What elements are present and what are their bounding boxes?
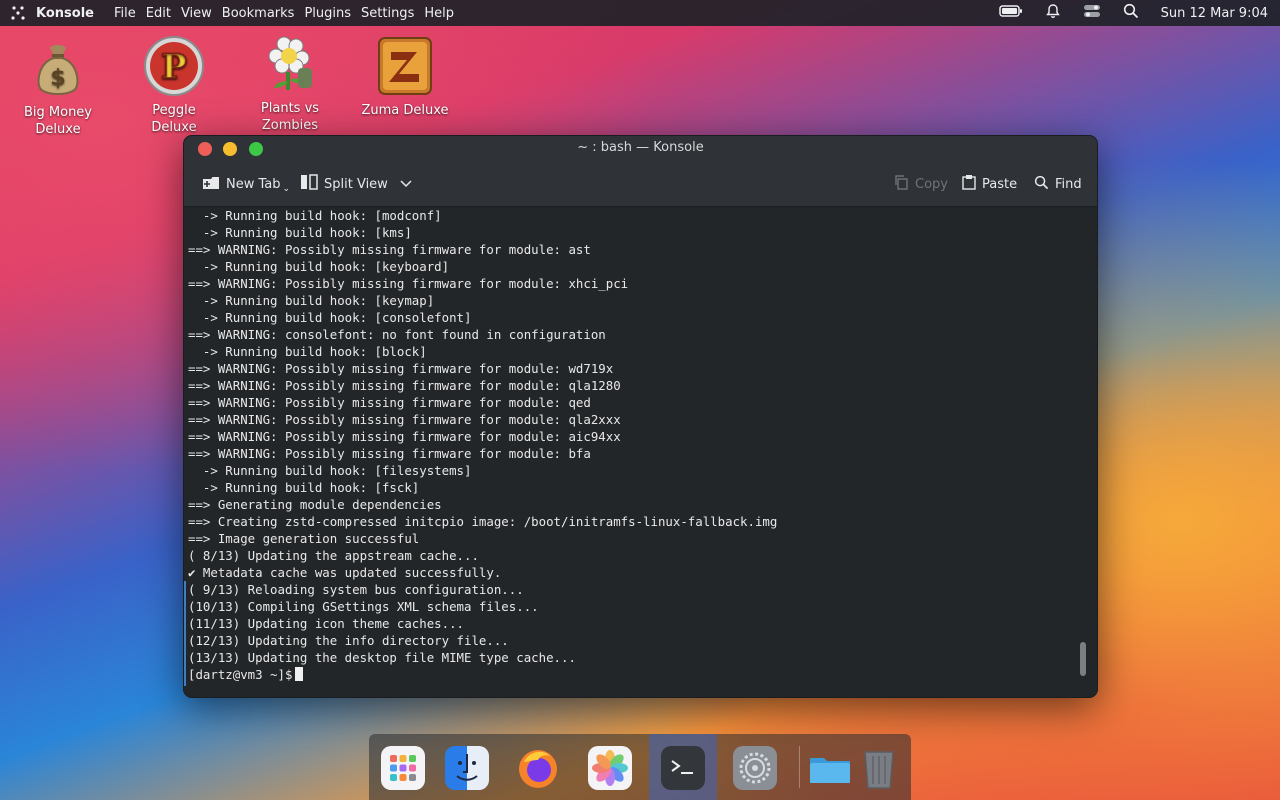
settings-icon[interactable]: [733, 746, 777, 790]
terminal-line: -> Running build hook: [fsck]: [188, 480, 420, 495]
paste-button[interactable]: Paste: [962, 174, 1017, 194]
terminal-output[interactable]: -> Running build hook: [modconf] -> Runn…: [184, 207, 1097, 697]
terminal-line: ==> WARNING: Possibly missing firmware f…: [188, 429, 621, 444]
search-icon: [1034, 175, 1049, 194]
desktop-icon-zuma[interactable]: Zuma Deluxe: [360, 34, 450, 119]
new-tab-icon: [202, 174, 220, 194]
terminal-line: -> Running build hook: [modconf]: [188, 208, 442, 223]
copy-icon: [893, 174, 909, 194]
battery-icon[interactable]: [998, 4, 1023, 22]
desktop-icon-big-money[interactable]: $ Big Money Deluxe: [13, 36, 103, 138]
scrollbar-thumb[interactable]: [1080, 642, 1086, 676]
bell-icon[interactable]: [1045, 3, 1061, 23]
terminal-line: ==> WARNING: Possibly missing firmware f…: [188, 378, 621, 393]
menu-edit[interactable]: Edit: [146, 6, 171, 21]
desktop-icon-label: Plants vs Zombies: [260, 101, 320, 133]
terminal-line: ==> Generating module dependencies: [188, 497, 442, 512]
active-app-name[interactable]: Konsole: [36, 6, 94, 21]
dock-separator: [799, 746, 800, 788]
peggle-icon: P: [142, 34, 206, 98]
chevron-down-icon: ⌄: [282, 184, 291, 194]
terminal-line: ✔ Metadata cache was updated successfull…: [188, 565, 502, 580]
menu-bar: Konsole File Edit View Bookmarks Plugins…: [0, 0, 1280, 26]
terminal-line: ( 9/13) Reloading system bus configurati…: [188, 582, 524, 597]
window-titlebar[interactable]: ~ : bash — Konsole: [184, 136, 1097, 162]
desktop-icon-label: Big Money Deluxe: [23, 105, 92, 137]
window-title: ~ : bash — Konsole: [577, 140, 704, 155]
desktop-icon-plants-vs-zombies[interactable]: Plants vs Zombies: [245, 32, 335, 134]
system-logo-icon[interactable]: [0, 5, 36, 21]
split-view-icon: [300, 174, 318, 194]
zuma-icon: [373, 34, 437, 98]
paste-icon: [962, 174, 976, 194]
terminal-line: ==> WARNING: consolefont: no font found …: [188, 327, 606, 342]
new-tab-button[interactable]: New Tab ⌄: [202, 174, 290, 194]
terminal-line: -> Running build hook: [kms]: [188, 225, 412, 240]
konsole-window: ~ : bash — Konsole New Tab ⌄ Split View …: [183, 135, 1098, 698]
terminal-line: -> Running build hook: [block]: [188, 344, 427, 359]
terminal-lines: -> Running build hook: [modconf] -> Runn…: [188, 207, 777, 683]
trash-icon[interactable]: [859, 746, 899, 790]
money-bag-icon: $: [26, 36, 90, 100]
terminal-line: (12/13) Updating the info directory file…: [188, 633, 509, 648]
dock: [369, 734, 911, 800]
find-button[interactable]: Find: [1034, 174, 1082, 194]
terminal-line: ==> WARNING: Possibly missing firmware f…: [188, 276, 629, 291]
menu-bookmarks[interactable]: Bookmarks: [222, 6, 295, 21]
terminal-line: ==> WARNING: Possibly missing firmware f…: [188, 395, 591, 410]
svg-text:P: P: [161, 47, 187, 87]
menu-plugins[interactable]: Plugins: [304, 6, 351, 21]
chevron-down-icon: [400, 177, 412, 192]
window-toolbar: New Tab ⌄ Split View Copy Paste Find: [184, 162, 1097, 207]
terminal-prompt-line[interactable]: [dartz@vm3 ~]$: [188, 666, 777, 683]
toggle-icon[interactable]: [1083, 3, 1101, 23]
text-cursor: [295, 667, 304, 681]
terminal-line: -> Running build hook: [keymap]: [188, 293, 435, 308]
search-icon[interactable]: [1123, 3, 1139, 23]
desktop-icon-peggle[interactable]: P Peggle Deluxe: [129, 34, 219, 136]
menu-settings[interactable]: Settings: [361, 6, 414, 21]
terminal-line: -> Running build hook: [keyboard]: [188, 259, 450, 274]
terminal-line: ==> WARNING: Possibly missing firmware f…: [188, 361, 614, 376]
terminal-line: (11/13) Updating icon theme caches...: [188, 616, 465, 631]
desktop-icon-label: Peggle Deluxe: [151, 103, 197, 135]
split-view-button[interactable]: Split View: [300, 174, 412, 194]
terminal-line: ==> WARNING: Possibly missing firmware f…: [188, 446, 591, 461]
plant-flower-icon: [258, 32, 322, 96]
copy-button[interactable]: Copy: [893, 174, 948, 194]
selection-marker: [184, 581, 186, 686]
terminal-line: ( 8/13) Updating the appstream cache...: [188, 548, 479, 563]
shell-prompt: [dartz@vm3 ~]$: [188, 667, 293, 682]
menu-view[interactable]: View: [181, 6, 212, 21]
desktop-icon-label: Zuma Deluxe: [361, 103, 449, 118]
terminal-line: ==> Creating zstd-compressed initcpio im…: [188, 514, 778, 529]
finder-icon[interactable]: [445, 746, 489, 790]
terminal-line: -> Running build hook: [consolefont]: [188, 310, 472, 325]
terminal-line: (13/13) Updating the desktop file MIME t…: [188, 650, 576, 665]
photos-icon[interactable]: [588, 746, 632, 790]
terminal-icon[interactable]: [661, 746, 705, 790]
menu-help[interactable]: Help: [424, 6, 454, 21]
scrollbar[interactable]: [1079, 207, 1087, 697]
clock[interactable]: Sun 12 Mar 9:04: [1161, 6, 1268, 21]
svg-text:$: $: [50, 66, 65, 91]
terminal-line: -> Running build hook: [filesystems]: [188, 463, 472, 478]
folder-icon[interactable]: [808, 746, 852, 790]
app-launcher-icon[interactable]: [381, 746, 425, 790]
terminal-line: ==> Image generation successful: [188, 531, 420, 546]
terminal-line: ==> WARNING: Possibly missing firmware f…: [188, 412, 621, 427]
terminal-line: ==> WARNING: Possibly missing firmware f…: [188, 242, 591, 257]
terminal-line: (10/13) Compiling GSettings XML schema f…: [188, 599, 539, 614]
firefox-icon[interactable]: [516, 746, 560, 790]
menu-file[interactable]: File: [114, 6, 136, 21]
